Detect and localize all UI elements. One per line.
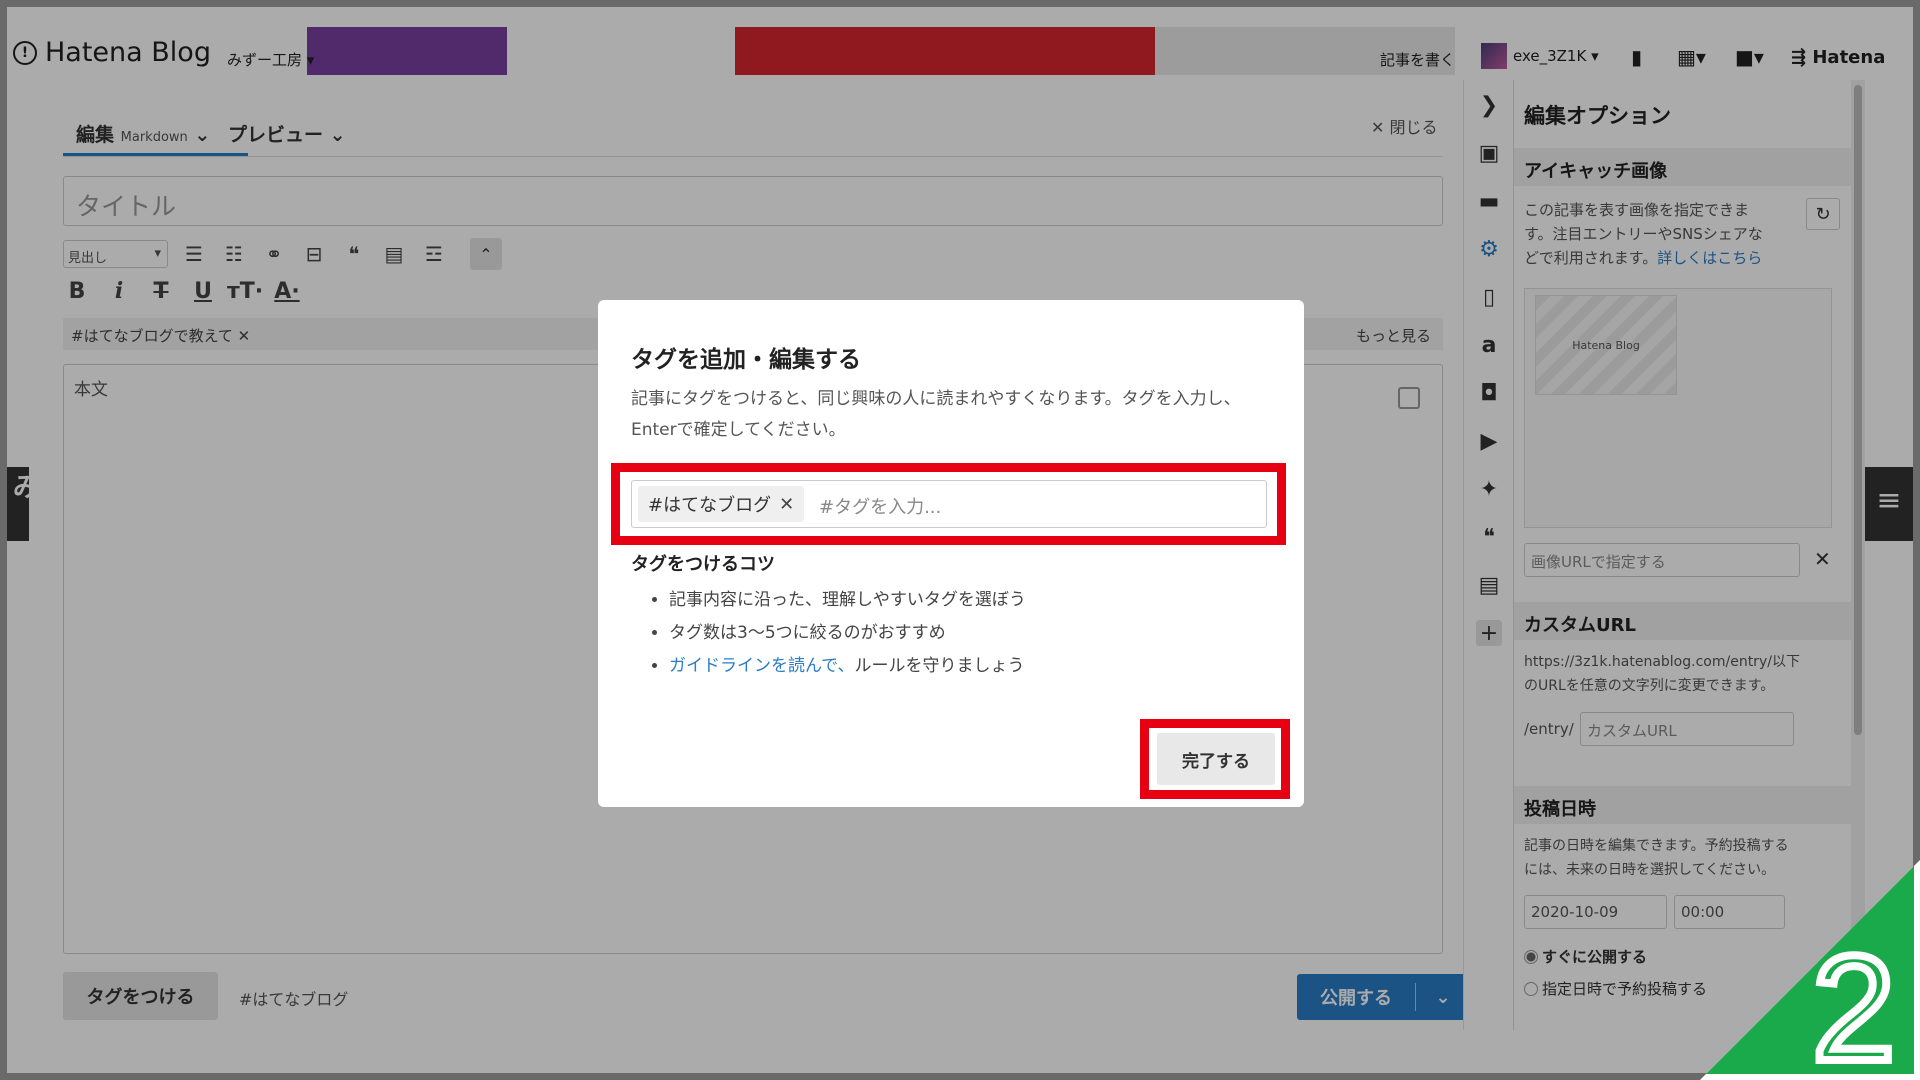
tag-chip: #はてなブログ ✕	[638, 486, 805, 522]
tips-title: タグをつけるコツ	[631, 554, 775, 575]
modal-title: タグを追加・編集する	[631, 347, 861, 373]
done-button[interactable]: 完了する	[1157, 733, 1275, 785]
list-item: タグ数は3〜5つに絞るのがおすすめ	[669, 617, 1026, 650]
tips-list: 記事内容に沿った、理解しやすいタグを選ぼう タグ数は3〜5つに絞るのがおすすめ …	[651, 584, 1026, 683]
step-number: 2	[1812, 924, 1895, 1080]
tag-input-field[interactable]: #はてなブログ ✕ #タグを入力...	[631, 480, 1267, 528]
step-badge: 2	[1700, 860, 1920, 1080]
tag-edit-modal: タグを追加・編集する 記事にタグをつけると、同じ興味の人に読まれやすくなります。…	[598, 300, 1304, 807]
remove-tag-icon[interactable]: ✕	[779, 494, 794, 515]
guideline-link[interactable]: ガイドラインを読んで、	[669, 656, 854, 676]
list-item: 記事内容に沿った、理解しやすいタグを選ぼう	[669, 584, 1026, 617]
modal-description: 記事にタグをつけると、同じ興味の人に読まれやすくなります。タグを入力し、Ente…	[631, 389, 1241, 440]
browser-frame: ! Hatena Blog みずー工房 ▾ 記事を書く exe_3Z1K ▾ ▮…	[7, 7, 1913, 1073]
tag-input[interactable]: #タグを入力...	[819, 493, 941, 519]
list-item: ガイドラインを読んで、ルールを守りましょう	[669, 650, 1026, 683]
